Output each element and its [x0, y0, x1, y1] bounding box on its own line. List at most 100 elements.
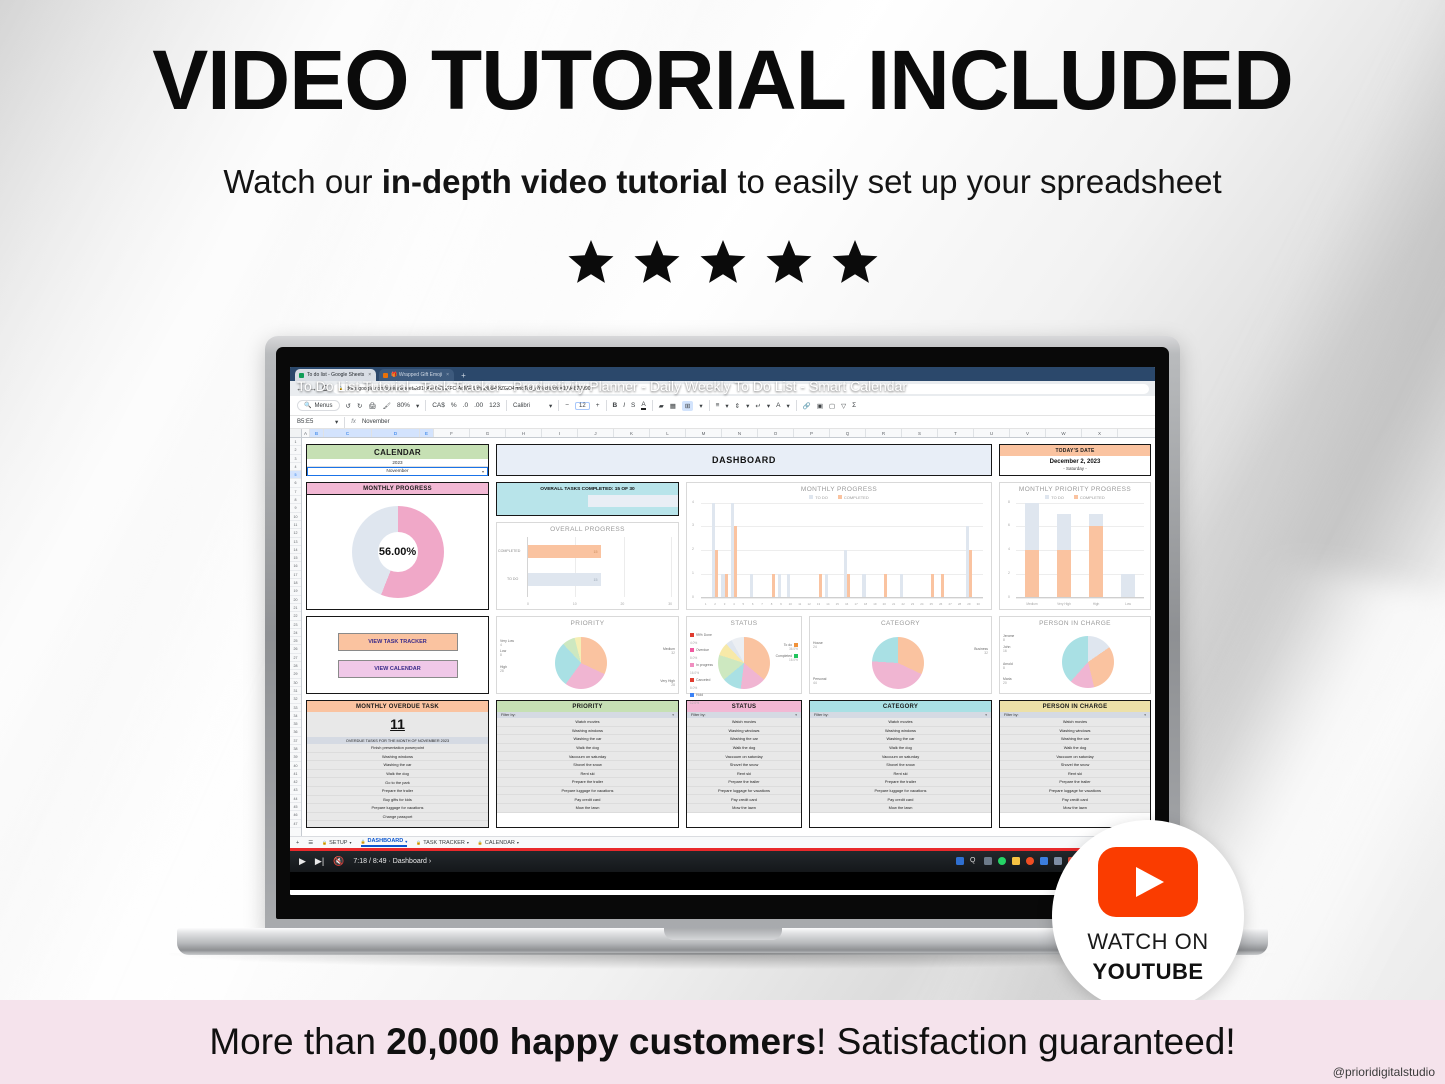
firefox-icon[interactable]	[1026, 857, 1034, 865]
sheet-tab-setup[interactable]: 🔒 SETUP ▾	[322, 840, 351, 846]
sheet-tab-calendar[interactable]: 🔒 CALENDAR ▾	[478, 840, 519, 846]
row-header-32[interactable]: 32	[290, 695, 301, 704]
row-header-3[interactable]: 3	[290, 455, 301, 463]
address-input[interactable]: 🔒 docs.google.com/spreadsheets/d/1vAeIjO…	[332, 383, 1149, 394]
text-rotation-icon[interactable]: A	[776, 402, 780, 409]
windows-start-icon[interactable]	[956, 857, 964, 865]
row-header-14[interactable]: 14	[290, 546, 301, 555]
column-header-P[interactable]: P	[794, 429, 830, 437]
horizontal-align-icon[interactable]: ≡	[716, 402, 720, 409]
row-header-28[interactable]: 28	[290, 662, 301, 671]
row-header-26[interactable]: 26	[290, 645, 301, 654]
chevron-down-icon[interactable]: ▾	[405, 839, 407, 844]
column-header-W[interactable]: W	[1046, 429, 1082, 437]
store-icon[interactable]	[1040, 857, 1048, 865]
formula-input[interactable]: November	[362, 419, 390, 425]
column-header-E[interactable]: E	[420, 429, 434, 437]
chevron-down-icon[interactable]: ▾	[699, 402, 702, 410]
row-header-27[interactable]: 27	[290, 654, 301, 663]
row-header-41[interactable]: 41	[290, 770, 301, 779]
row-header-10[interactable]: 10	[290, 513, 301, 521]
chevron-down-icon[interactable]: ▾	[795, 713, 797, 717]
zoom-level[interactable]: 80%	[397, 402, 410, 409]
column-header-T[interactable]: T	[938, 429, 974, 437]
decrease-decimal-button[interactable]: .0	[463, 402, 468, 409]
play-icon[interactable]: ▶	[299, 856, 306, 866]
sheet-tab-task-tracker[interactable]: 🔒 TASK TRACKER ▾	[416, 840, 469, 846]
watch-on-youtube-badge[interactable]: WATCH ON YOUTUBE	[1052, 820, 1244, 1012]
chevron-down-icon[interactable]: ▾	[786, 402, 789, 410]
column-header-B[interactable]: B	[310, 429, 324, 437]
functions-icon[interactable]: Σ	[852, 402, 856, 409]
decrease-font-size-button[interactable]: −	[565, 402, 569, 409]
view-task-tracker-button[interactable]: VIEW TASK TRACKER	[337, 632, 458, 651]
column-header-L[interactable]: L	[650, 429, 686, 437]
chevron-down-icon[interactable]: ▾	[416, 402, 419, 410]
name-box[interactable]: B5:E5	[297, 419, 329, 425]
column-header-J[interactable]: J	[578, 429, 614, 437]
row-header-17[interactable]: 17	[290, 571, 301, 580]
select-all-corner[interactable]	[290, 429, 302, 437]
row-header-16[interactable]: 16	[290, 562, 301, 571]
row-header-21[interactable]: 21	[290, 604, 301, 613]
search-icon[interactable]: Q	[970, 857, 978, 865]
text-wrap-icon[interactable]: ↵	[755, 402, 760, 410]
row-header-36[interactable]: 36	[290, 728, 301, 737]
all-sheets-icon[interactable]: ☰	[308, 840, 313, 846]
settings-icon[interactable]	[1054, 857, 1062, 865]
more-formats-button[interactable]: 123	[489, 402, 500, 409]
bold-button[interactable]: B	[613, 402, 618, 409]
column-header-D[interactable]: D	[372, 429, 420, 437]
column-header-G[interactable]: G	[470, 429, 506, 437]
column-header-V[interactable]: V	[1010, 429, 1046, 437]
folder-icon[interactable]	[1012, 857, 1020, 865]
column-header-S[interactable]: S	[902, 429, 938, 437]
row-header-1[interactable]: 1	[290, 438, 301, 447]
chevron-down-icon[interactable]: ▾	[482, 469, 484, 474]
forward-icon[interactable]: →	[309, 384, 317, 393]
column-header-X[interactable]: X	[1082, 429, 1118, 437]
chevron-down-icon[interactable]: ▾	[985, 713, 987, 717]
font-size-input[interactable]: 12	[575, 401, 590, 410]
filter-icon[interactable]: ▽	[841, 402, 846, 410]
browser-tab-0[interactable]: To do list - Google Sheets ×	[295, 369, 377, 381]
row-header-44[interactable]: 44	[290, 795, 301, 804]
merge-cells-icon[interactable]: ⊞	[681, 400, 694, 411]
row-header-20[interactable]: 20	[290, 596, 301, 604]
chevron-down-icon[interactable]: ▾	[349, 840, 351, 845]
calendar-month-dropdown[interactable]: November ▾	[307, 467, 488, 476]
borders-icon[interactable]: ▦	[670, 402, 676, 410]
whatsapp-icon[interactable]	[998, 857, 1006, 865]
column-header-Q[interactable]: Q	[830, 429, 866, 437]
row-header-7[interactable]: 7	[290, 488, 301, 497]
chevron-down-icon[interactable]: ▾	[467, 840, 469, 845]
row-header-22[interactable]: 22	[290, 612, 301, 621]
print-icon[interactable]: 🖨	[368, 402, 376, 410]
reload-icon[interactable]: C	[322, 384, 328, 393]
chevron-down-icon[interactable]: ▾	[725, 402, 728, 410]
row-header-40[interactable]: 40	[290, 762, 301, 770]
column-header-M[interactable]: M	[686, 429, 722, 437]
add-sheet-button[interactable]: +	[296, 840, 299, 846]
column-header-F[interactable]: F	[434, 429, 470, 437]
column-header-N[interactable]: N	[722, 429, 758, 437]
chevron-down-icon[interactable]: ▾	[672, 713, 674, 717]
column-header-I[interactable]: I	[542, 429, 578, 437]
vertical-align-icon[interactable]: ⇕	[735, 402, 740, 410]
menus-button[interactable]: 🔍 Menus	[297, 400, 340, 411]
row-header-35[interactable]: 35	[290, 720, 301, 729]
row-header-30[interactable]: 30	[290, 679, 301, 687]
chevron-down-icon[interactable]: ▾	[335, 418, 338, 426]
column-header-C[interactable]: C	[324, 429, 372, 437]
font-family-select[interactable]: Calibri	[513, 403, 543, 409]
close-icon[interactable]: ×	[445, 372, 450, 378]
column-header-H[interactable]: H	[506, 429, 542, 437]
insert-image-icon[interactable]: ▢	[829, 402, 835, 410]
column-header-A[interactable]: A	[302, 429, 310, 437]
chevron-down-icon[interactable]: ▾	[517, 840, 519, 845]
row-header-39[interactable]: 39	[290, 753, 301, 762]
redo-icon[interactable]: ↻	[357, 402, 362, 410]
increase-font-size-button[interactable]: +	[596, 402, 600, 409]
row-header-38[interactable]: 38	[290, 745, 301, 754]
insert-link-icon[interactable]: 🔗	[803, 402, 811, 410]
